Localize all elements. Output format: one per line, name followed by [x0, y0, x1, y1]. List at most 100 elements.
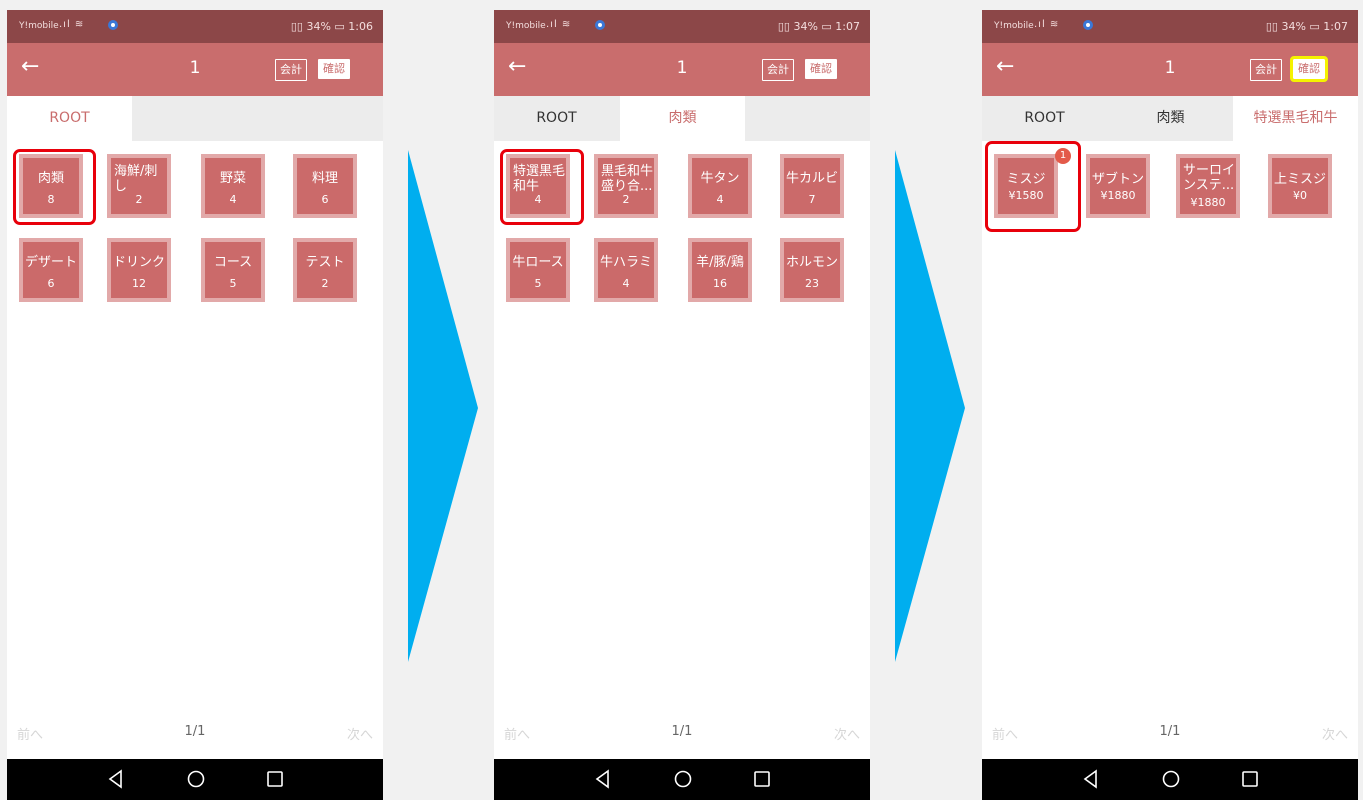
menu-item-tile[interactable]: ザブトン ¥1880: [1086, 154, 1150, 218]
app-bar: ← 1 会計 確認: [982, 43, 1358, 96]
menu-item-tile[interactable]: サーロインステ... ¥1880: [1176, 154, 1240, 218]
category-tabs: ROOT 肉類: [494, 96, 870, 141]
page-indicator: 1/1: [184, 724, 206, 739]
carrier-label: Y!mobile: [19, 21, 59, 31]
tile-name: 料理: [311, 171, 338, 186]
notification-dot-icon: [595, 20, 605, 30]
next-page-button[interactable]: 次へ: [1322, 724, 1348, 743]
category-tile[interactable]: テスト 2: [293, 238, 357, 302]
signal-wifi-icon: .ıl ≋: [1034, 19, 1060, 30]
category-tabs: ROOT: [7, 96, 383, 141]
category-tile[interactable]: デザート 6: [19, 238, 83, 302]
category-tile[interactable]: 料理 6: [293, 154, 357, 218]
item-name: サーロインステ...: [1183, 163, 1236, 193]
tab-meat[interactable]: 肉類: [620, 96, 745, 141]
category-tile[interactable]: 野菜 4: [201, 154, 265, 218]
menu-item-tile[interactable]: 上ミスジ ¥0: [1268, 154, 1332, 218]
page-indicator: 1/1: [1159, 724, 1181, 739]
confirm-button[interactable]: 確認: [805, 59, 837, 79]
nav-back-icon[interactable]: [106, 768, 126, 790]
back-arrow-icon[interactable]: ←: [996, 55, 1014, 79]
system-nav-bar: [494, 759, 870, 800]
nav-home-icon[interactable]: [672, 768, 694, 790]
category-tile[interactable]: 牛ロース 5: [506, 238, 570, 302]
item-name: ザブトン: [1091, 172, 1144, 187]
category-tile[interactable]: 牛カルビ 7: [780, 154, 844, 218]
tile-count: 6: [47, 277, 55, 290]
tile-count: 4: [716, 193, 724, 206]
tile-name: テスト: [305, 255, 345, 270]
phone-screen-3: Y!mobile .ıl ≋ ▯▯ 34% ▭ 1:07 ← 1 会計 確認 R…: [982, 10, 1358, 800]
category-tile[interactable]: 牛ハラミ 4: [594, 238, 658, 302]
notification-dot-icon: [1083, 20, 1093, 30]
category-tile[interactable]: 黒毛和牛盛り合... 2: [594, 154, 658, 218]
category-tile[interactable]: 海鮮/刺し 2: [107, 154, 171, 218]
nav-recents-icon[interactable]: [752, 768, 772, 790]
battery-level: 34%: [306, 20, 331, 33]
back-arrow-icon[interactable]: ←: [508, 55, 526, 79]
status-right: ▯▯ 34% ▭ 1:07: [777, 20, 860, 33]
category-tile[interactable]: 羊/豚/鶏 16: [688, 238, 752, 302]
tab-root[interactable]: ROOT: [7, 96, 132, 141]
bill-button[interactable]: 会計: [275, 59, 307, 81]
category-tile[interactable]: ドリンク 12: [107, 238, 171, 302]
item-price: ¥0: [1293, 189, 1307, 202]
tile-count: 4: [622, 277, 630, 290]
tile-name: 牛ハラミ: [599, 255, 652, 270]
tab-root[interactable]: ROOT: [982, 96, 1107, 141]
next-page-button[interactable]: 次へ: [347, 724, 373, 743]
tab-root[interactable]: ROOT: [494, 96, 619, 141]
pager: 前へ 1/1 次へ: [982, 724, 1358, 744]
nav-home-icon[interactable]: [185, 768, 207, 790]
arrow-shape: [408, 150, 478, 662]
item-name: 上ミスジ: [1273, 172, 1326, 187]
selection-highlight: [13, 149, 96, 225]
system-nav-bar: [7, 759, 383, 800]
system-nav-bar: [982, 759, 1358, 800]
bill-button[interactable]: 会計: [1250, 59, 1282, 81]
battery-level: 34%: [1281, 20, 1306, 33]
tile-count: 5: [229, 277, 237, 290]
tile-name: デザート: [24, 255, 77, 270]
pager: 前へ 1/1 次へ: [494, 724, 870, 744]
next-page-button[interactable]: 次へ: [834, 724, 860, 743]
category-tile[interactable]: 牛タン 4: [688, 154, 752, 218]
carrier-label: Y!mobile: [994, 21, 1034, 31]
clock: 1:07: [1323, 20, 1348, 33]
confirm-button[interactable]: 確認: [1290, 56, 1328, 82]
tile-name: ホルモン: [785, 255, 838, 270]
bill-button[interactable]: 会計: [762, 59, 794, 81]
tile-name: 牛カルビ: [785, 171, 838, 186]
nav-back-icon[interactable]: [593, 768, 613, 790]
nav-recents-icon[interactable]: [265, 768, 285, 790]
clock: 1:07: [835, 20, 860, 33]
tile-name: 海鮮/刺し: [114, 164, 158, 194]
page-indicator: 1/1: [671, 724, 693, 739]
signal-wifi-icon: .ıl ≋: [59, 19, 85, 30]
status-bar: Y!mobile .ıl ≋ ▯▯ 34% ▭ 1:06: [7, 10, 383, 43]
tile-count: 7: [808, 193, 816, 206]
battery-level: 34%: [793, 20, 818, 33]
tab-meat[interactable]: 肉類: [1108, 96, 1233, 141]
nav-recents-icon[interactable]: [1240, 768, 1260, 790]
step-arrow-1: [408, 150, 478, 662]
signal-wifi-icon: .ıl ≋: [546, 19, 572, 30]
tile-name: 黒毛和牛盛り合...: [601, 164, 654, 194]
tile-count: 6: [321, 193, 329, 206]
nav-home-icon[interactable]: [1160, 768, 1182, 790]
status-bar: Y!mobile .ıl ≋ ▯▯ 34% ▭ 1:07: [494, 10, 870, 43]
carrier-label: Y!mobile: [506, 21, 546, 31]
clock: 1:06: [348, 20, 373, 33]
tile-count: 2: [321, 277, 329, 290]
category-tabs: ROOT 肉類 特選黒毛和牛: [982, 96, 1358, 141]
back-arrow-icon[interactable]: ←: [21, 55, 39, 79]
tile-name: 羊/豚/鶏: [696, 255, 744, 270]
step-arrow-2: [895, 150, 965, 662]
tab-premium-wagyu[interactable]: 特選黒毛和牛: [1233, 96, 1358, 141]
selection-highlight: [985, 141, 1081, 232]
tile-name: コース: [213, 255, 253, 270]
category-tile[interactable]: ホルモン 23: [780, 238, 844, 302]
nav-back-icon[interactable]: [1081, 768, 1101, 790]
confirm-button[interactable]: 確認: [318, 59, 350, 79]
category-tile[interactable]: コース 5: [201, 238, 265, 302]
